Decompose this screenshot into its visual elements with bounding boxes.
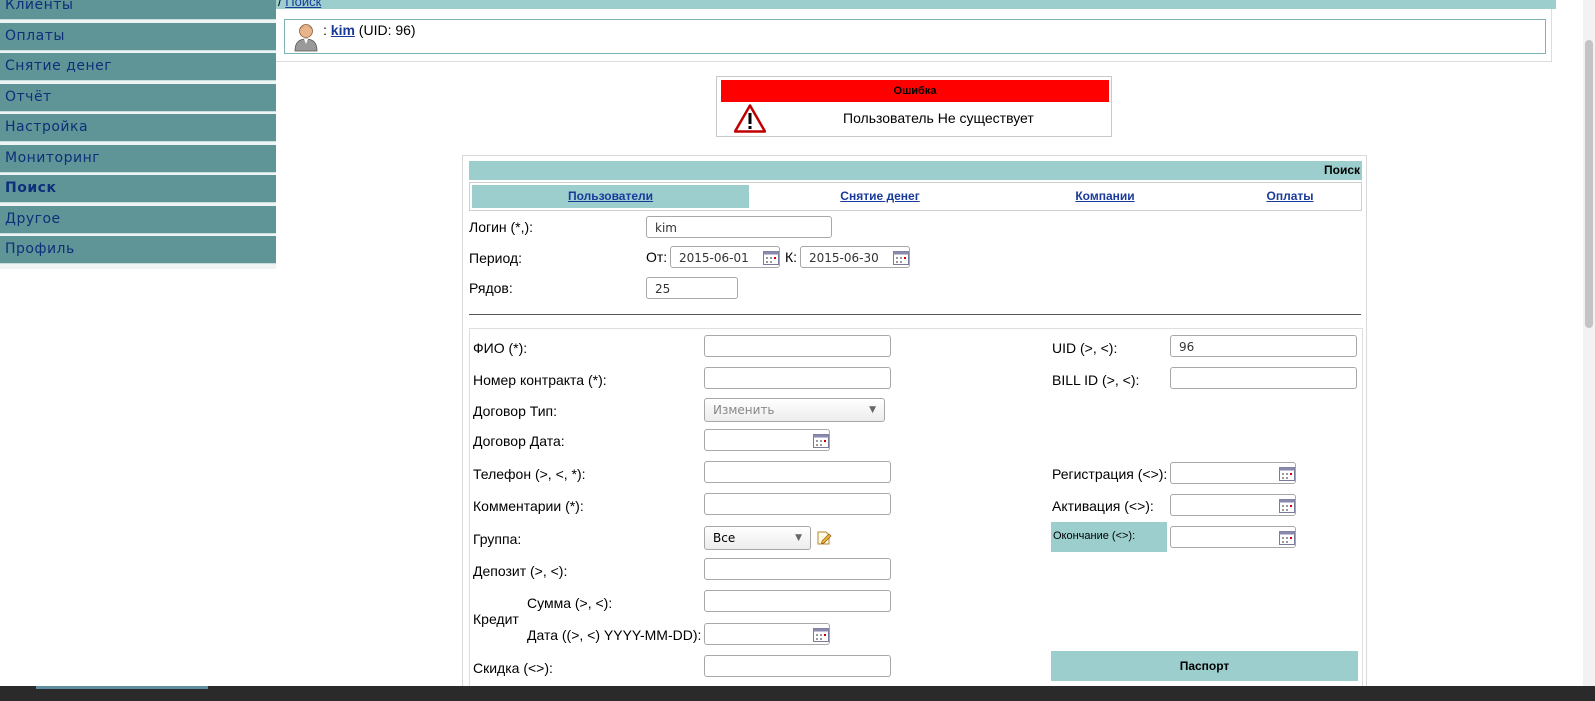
sidebar-item-withdrawals[interactable]: Снятие денег (0, 53, 276, 81)
taskbar (0, 686, 1595, 701)
comments-input[interactable] (704, 493, 891, 515)
discount-input[interactable] (704, 655, 891, 677)
chevron-down-icon: ▼ (795, 533, 802, 543)
sidebar-item-profile[interactable]: Профиль (0, 236, 276, 264)
tab-users-link[interactable]: Пользователи (568, 189, 653, 203)
breadcrumb: / Поиск (278, 0, 321, 9)
calendar-icon[interactable] (813, 628, 829, 642)
deposit-input[interactable] (704, 558, 891, 580)
discount-label: Скидка (<>): (473, 660, 553, 676)
bill-id-label: BILL ID (>, <): (1052, 372, 1140, 388)
registration-label: Регистрация (<>): (1052, 466, 1168, 482)
user-avatar-icon (294, 24, 318, 52)
contract-type-select[interactable]: Изменить ▼ (704, 398, 885, 422)
error-box: Ошибка Пользователь Не существует (716, 76, 1112, 137)
login-input[interactable]: kim (646, 216, 832, 238)
calendar-icon[interactable] (1279, 467, 1295, 481)
activation-label: Активация (<>): (1052, 498, 1154, 514)
calendar-icon[interactable] (893, 251, 909, 265)
tab-payments[interactable]: Оплаты (1240, 185, 1340, 208)
comments-label: Комментарии (*): (473, 498, 584, 514)
period-label: Период: (469, 250, 522, 266)
error-title: Ошибка (721, 80, 1109, 102)
tab-users[interactable]: Пользователи (472, 185, 749, 208)
passport-title: Паспорт (1179, 659, 1230, 673)
credit-date-label: Дата ((>, <) YYYY-MM-DD): (527, 627, 702, 643)
calendar-icon[interactable] (813, 434, 829, 448)
calendar-icon[interactable] (1279, 499, 1295, 513)
credit-date-input[interactable] (704, 623, 830, 645)
user-line: : kim (UID: 96) (323, 22, 416, 38)
contract-date-label: Договор Дата: (473, 433, 565, 449)
expiry-label-cell: Окончание (<>): (1051, 522, 1167, 552)
calendar-icon[interactable] (1279, 531, 1295, 545)
chevron-down-icon: ▼ (869, 405, 876, 415)
tab-withdrawals-link[interactable]: Снятие денег (840, 189, 919, 203)
tab-companies[interactable]: Компании (1040, 185, 1170, 208)
search-panel: Поиск Пользователи Снятие денег Компании… (462, 155, 1367, 697)
calendar-icon[interactable] (763, 251, 779, 265)
search-tabs: Пользователи Снятие денег Компании Оплат… (469, 182, 1362, 211)
group-select[interactable]: Все ▼ (704, 526, 811, 550)
phone-label: Телефон (>, <, *): (473, 466, 586, 482)
expiry-label: Окончание (<>): (1053, 530, 1136, 542)
tab-payments-link[interactable]: Оплаты (1266, 189, 1313, 203)
breadcrumb-search-link[interactable]: Поиск (285, 0, 321, 9)
credit-sum-label: Сумма (>, <): (527, 595, 613, 611)
header-strip (276, 0, 1556, 9)
user-login-link[interactable]: kim (331, 22, 355, 38)
user-uid: (UID: 96) (358, 22, 416, 38)
sidebar-item-report[interactable]: Отчёт (0, 83, 276, 112)
credit-label: Кредит (473, 611, 519, 627)
rows-input[interactable]: 25 (646, 277, 738, 299)
passport-section-header: Паспорт (1051, 651, 1358, 681)
search-panel-title: Поиск (1323, 163, 1360, 177)
user-filter-form: ФИО (*): Номер контракта (*): Договор Ти… (469, 328, 1363, 696)
contract-date-input[interactable] (704, 429, 830, 451)
sidebar-item-clients[interactable]: Клиенты (0, 0, 276, 20)
sidebar-item-other[interactable]: Другое (0, 205, 276, 234)
activation-input[interactable] (1170, 494, 1296, 516)
contract-number-label: Номер контракта (*): (473, 372, 607, 388)
contract-type-value: Изменить (713, 403, 775, 417)
bill-id-input[interactable] (1170, 367, 1357, 389)
breadcrumb-separator: / (278, 0, 282, 9)
edit-icon[interactable] (816, 530, 832, 546)
scrollbar[interactable] (1583, 0, 1595, 701)
contract-number-input[interactable] (704, 367, 891, 389)
tab-withdrawals[interactable]: Снятие денег (810, 185, 950, 208)
search-panel-header: Поиск (469, 161, 1362, 180)
sidebar-item-payments[interactable]: Оплаты (0, 22, 276, 51)
uid-input[interactable]: 96 (1170, 335, 1357, 357)
period-to-label: К: (785, 249, 798, 265)
credit-sum-input[interactable] (704, 590, 891, 612)
login-label: Логин (*,): (469, 219, 534, 235)
expiry-input[interactable] (1170, 526, 1296, 548)
user-separator: : (323, 22, 327, 38)
uid-label: UID (>, <): (1052, 340, 1118, 356)
warning-icon (734, 104, 766, 133)
sidebar-item-monitoring[interactable]: Мониторинг (0, 144, 276, 173)
fio-label: ФИО (*): (473, 340, 528, 356)
divider (469, 314, 1361, 315)
current-user-box: : kim (UID: 96) (284, 19, 1546, 54)
sidebar-item-search[interactable]: Поиск (0, 175, 276, 203)
taskbar-indicator (36, 686, 208, 689)
phone-input[interactable] (704, 461, 891, 483)
contract-type-label: Договор Тип: (473, 403, 557, 419)
group-label: Группа: (473, 531, 522, 547)
deposit-label: Депозит (>, <): (473, 563, 568, 579)
sidebar-menu: Клиенты Оплаты Снятие денег Отчёт Настро… (0, 0, 276, 269)
error-message: Пользователь Не существует (843, 110, 1034, 126)
fio-input[interactable] (704, 335, 891, 357)
sidebar-item-settings[interactable]: Настройка (0, 114, 276, 142)
scrollbar-thumb[interactable] (1585, 40, 1593, 328)
tab-companies-link[interactable]: Компании (1075, 189, 1134, 203)
group-value: Все (713, 531, 736, 545)
registration-input[interactable] (1170, 462, 1296, 484)
rows-label: Рядов: (469, 280, 513, 296)
period-from-label: От: (646, 249, 668, 265)
